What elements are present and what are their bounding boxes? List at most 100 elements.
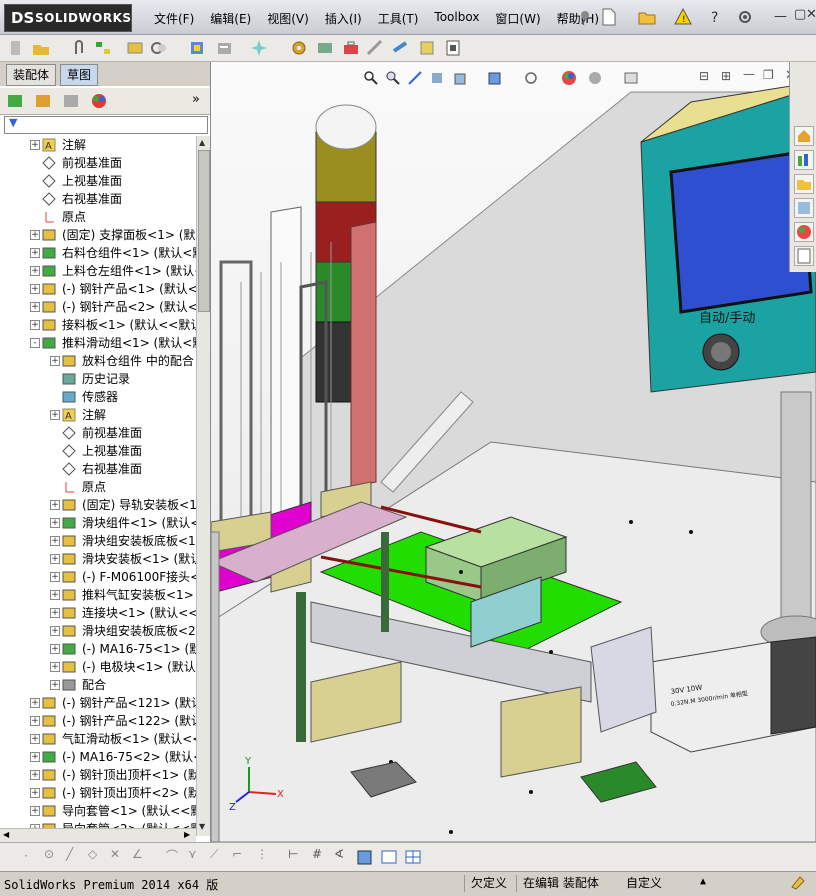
smart-fastener-icon[interactable]: [316, 39, 334, 57]
view-settings-icon[interactable]: [623, 70, 639, 86]
scroll-thumb[interactable]: [198, 150, 210, 312]
graphics-area[interactable]: 自动/手动 30V 10W 0.32N.M 3000r/min 单相型 Y X …: [211, 62, 816, 842]
toolbox-icon[interactable]: [342, 39, 360, 57]
chamfer-icon[interactable]: ⟋: [210, 847, 218, 862]
dimension-icon[interactable]: ⊢: [288, 847, 298, 861]
section-view-icon[interactable]: [429, 70, 445, 86]
assembly-model-render[interactable]: 自动/手动 30V 10W 0.32N.M 3000r/min 单相型 Y X …: [211, 62, 816, 842]
tile-horizontal-icon[interactable]: ⊟: [699, 69, 709, 83]
angle-icon[interactable]: ∢: [334, 847, 344, 861]
expand-icon[interactable]: +: [30, 734, 40, 744]
expand-icon[interactable]: +: [30, 248, 40, 258]
four-view-icon[interactable]: [404, 848, 422, 866]
configuration-manager-icon[interactable]: [62, 92, 80, 110]
new-icon[interactable]: [8, 39, 26, 57]
expand-icon[interactable]: +: [50, 608, 60, 618]
menu-toolbox[interactable]: Toolbox: [426, 10, 487, 27]
expand-icon[interactable]: +: [30, 284, 40, 294]
construction-icon[interactable]: ⋮: [256, 847, 268, 861]
scene-icon[interactable]: [587, 70, 603, 86]
expand-icon[interactable]: +: [50, 644, 60, 654]
hide-show-icon[interactable]: [523, 70, 539, 86]
explode-icon[interactable]: [188, 39, 206, 57]
components-icon[interactable]: [94, 39, 112, 57]
expand-icon[interactable]: +: [30, 806, 40, 816]
zoom-to-fit-icon[interactable]: [363, 70, 379, 86]
filter-box[interactable]: ▼: [4, 116, 208, 134]
previous-view-icon[interactable]: [407, 70, 423, 86]
assembly-tool-icon[interactable]: [126, 39, 144, 57]
property-manager-icon[interactable]: [34, 92, 52, 110]
scroll-down-icon[interactable]: ▼: [199, 822, 205, 831]
point-icon[interactable]: ·: [24, 849, 28, 863]
expand-panes-icon[interactable]: »: [192, 92, 200, 107]
expand-icon[interactable]: +: [30, 716, 40, 726]
trim-icon[interactable]: ✕: [110, 847, 120, 861]
open-icon[interactable]: [32, 39, 50, 57]
expand-icon[interactable]: +: [30, 302, 40, 312]
polygon-icon[interactable]: ◇: [88, 847, 97, 861]
line-icon[interactable]: ╱: [66, 847, 73, 861]
settings-gear-icon[interactable]: [290, 39, 308, 57]
expand-icon[interactable]: +: [30, 140, 40, 150]
circle-icon[interactable]: ⊙: [44, 847, 54, 861]
view-orientation-icon[interactable]: [453, 70, 469, 86]
expand-icon[interactable]: +: [50, 410, 60, 420]
expand-icon[interactable]: +: [50, 500, 60, 510]
expand-icon[interactable]: +: [50, 590, 60, 600]
split-view-icon[interactable]: [380, 848, 398, 866]
expand-icon[interactable]: +: [30, 266, 40, 276]
attach-icon[interactable]: [70, 39, 88, 57]
expand-icon[interactable]: +: [30, 320, 40, 330]
feature-tree-icon[interactable]: [6, 92, 24, 110]
mirror-icon[interactable]: ⋎: [188, 847, 197, 861]
shaded-view-icon[interactable]: [356, 848, 374, 866]
scroll-left-icon[interactable]: ◀: [3, 830, 9, 839]
expand-icon[interactable]: +: [30, 770, 40, 780]
close-icon[interactable]: ✕: [806, 7, 816, 22]
expand-icon[interactable]: +: [50, 662, 60, 672]
scroll-right-icon[interactable]: ▶: [184, 830, 190, 839]
tab-assembly[interactable]: 装配体: [6, 64, 57, 86]
resources-icon[interactable]: [794, 150, 814, 170]
custom-properties-icon[interactable]: [794, 246, 814, 266]
sheet-icon[interactable]: [444, 39, 462, 57]
expand-icon[interactable]: +: [50, 680, 60, 690]
doc-restore-icon[interactable]: ❐: [763, 68, 774, 82]
tree-vertical-scrollbar[interactable]: ▲ ▼: [196, 136, 210, 836]
menu-tools[interactable]: 工具(T): [370, 10, 427, 27]
measure-icon[interactable]: [392, 39, 410, 57]
options-gear-icon[interactable]: [736, 8, 754, 26]
home-icon[interactable]: [794, 126, 814, 146]
expand-icon[interactable]: +: [50, 356, 60, 366]
scroll-up-icon[interactable]: ▲: [199, 138, 205, 147]
menu-insert[interactable]: 插入(I): [317, 10, 370, 27]
offset-icon[interactable]: ⌒: [166, 847, 178, 864]
extend-icon[interactable]: ∠: [132, 847, 143, 861]
new-document-icon[interactable]: [600, 8, 618, 26]
expand-icon[interactable]: +: [50, 626, 60, 636]
rebuild-warning-icon[interactable]: !: [674, 8, 692, 26]
expand-icon[interactable]: +: [50, 518, 60, 528]
maximize-icon[interactable]: ▢: [794, 7, 806, 22]
units-status[interactable]: 自定义: [620, 875, 676, 892]
collapse-icon[interactable]: -: [30, 338, 40, 348]
expand-icon[interactable]: +: [50, 554, 60, 564]
rebuild-icon[interactable]: [790, 875, 806, 891]
view-palette-icon[interactable]: [794, 222, 814, 242]
pin-icon[interactable]: [576, 8, 594, 26]
sparkle-icon[interactable]: [250, 39, 268, 57]
grid-icon[interactable]: #: [312, 847, 322, 861]
expand-icon[interactable]: +: [30, 752, 40, 762]
menu-window[interactable]: 窗口(W): [487, 10, 548, 27]
expand-icon[interactable]: +: [30, 788, 40, 798]
help-icon[interactable]: ?: [708, 8, 726, 26]
doc-minimize-icon[interactable]: —: [743, 67, 755, 81]
fillet-icon[interactable]: ⌐: [232, 847, 242, 861]
display-style-icon[interactable]: [487, 70, 503, 86]
minimize-icon[interactable]: —: [774, 9, 787, 24]
solidworks-logo[interactable]: DS SOLIDWORKS: [4, 4, 132, 32]
expand-icon[interactable]: +: [30, 230, 40, 240]
move-component-icon[interactable]: [216, 39, 234, 57]
tab-sketch[interactable]: 草图: [60, 64, 99, 86]
